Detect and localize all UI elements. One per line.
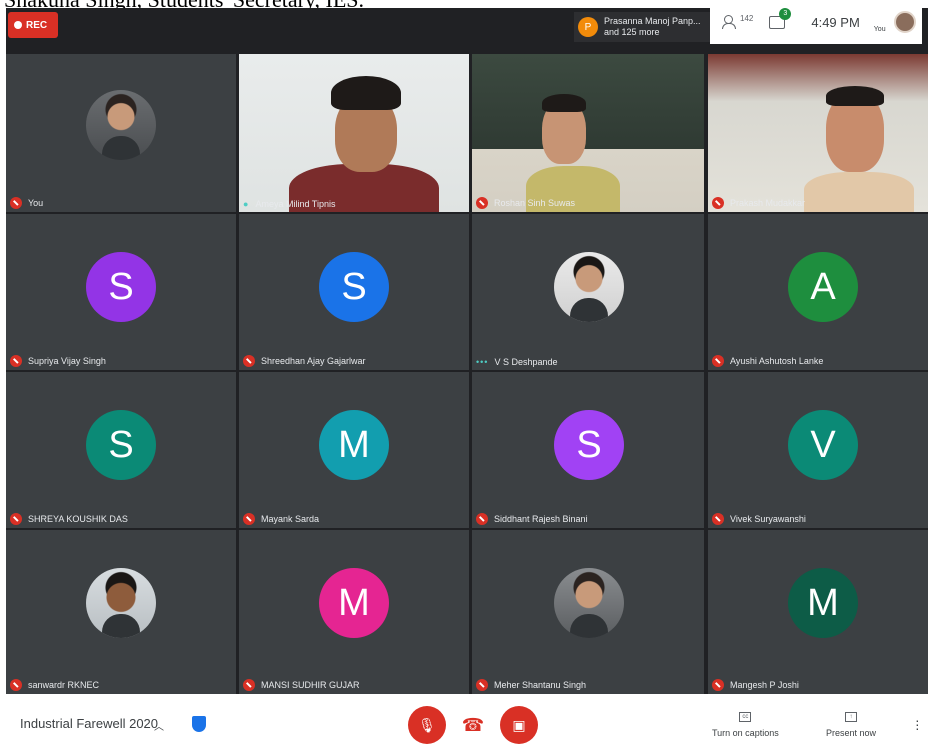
muted-mic-icon — [10, 355, 22, 367]
participant-tile[interactable]: M Mayank Sarda — [239, 372, 469, 528]
participant-count: 142 — [740, 13, 754, 23]
participant-name: Ayushi Ashutosh Lanke — [730, 356, 824, 366]
muted-mic-icon — [10, 513, 22, 525]
meet-stage: REC P Prasanna Manoj Panp... and 125 mor… — [6, 8, 928, 694]
muted-mic-icon — [10, 679, 22, 691]
presenter-others: and 125 more — [604, 27, 660, 37]
participant-video-tile[interactable]: Prakash Mudakkar — [708, 54, 928, 212]
participant-name: Prakash Mudakkar — [730, 198, 806, 208]
participant-avatar — [554, 568, 624, 638]
video-person-hair — [826, 86, 884, 106]
participant-avatar: S — [86, 410, 156, 480]
participant-avatar: S — [319, 252, 389, 322]
shield-icon[interactable] — [192, 716, 206, 732]
participant-avatar: M — [319, 410, 389, 480]
muted-mic-icon — [712, 197, 724, 209]
muted-mic-icon — [476, 679, 488, 691]
participant-name: Mangesh P Joshi — [730, 680, 799, 690]
participant-video-tile[interactable]: Roshan Sinh Suwas — [472, 54, 704, 212]
top-right-toolbar: 142 3 4:49 PM You — [710, 0, 922, 44]
speaking-icon: ● — [243, 199, 250, 209]
muted-mic-icon — [10, 197, 22, 209]
participant-avatar: M — [319, 568, 389, 638]
speaking-icon: ••• — [476, 357, 489, 367]
muted-mic-icon — [712, 679, 724, 691]
participant-name: You — [28, 198, 44, 208]
self-view-thumbnail[interactable] — [893, 11, 916, 33]
participant-name: Siddhant Rajesh Binani — [494, 514, 588, 524]
self-avatar — [86, 90, 156, 160]
muted-mic-icon — [243, 513, 255, 525]
presenter-name: Prasanna Manoj Panp... — [604, 16, 701, 26]
self-label: You — [873, 25, 886, 33]
mic-off-icon: 🎙 — [418, 716, 436, 733]
participant-tile[interactable]: sanwardr RKNEC — [6, 530, 236, 694]
participant-tile[interactable]: M MANSI SUDHIR GUJAR — [239, 530, 469, 694]
participant-name: SHREYA KOUSHIK DAS — [28, 514, 128, 524]
muted-mic-icon — [243, 355, 255, 367]
participant-tile[interactable]: S Supriya Vijay Singh — [6, 214, 236, 370]
participant-tile[interactable]: M Mangesh P Joshi — [708, 530, 928, 694]
record-dot-icon — [14, 21, 22, 29]
participant-tile[interactable]: S Siddhant Rajesh Binani — [472, 372, 704, 528]
video-person-hair — [331, 76, 401, 110]
participant-name: Mayank Sarda — [261, 514, 320, 524]
chat-button[interactable]: 3 — [759, 7, 792, 29]
recording-badge: REC — [8, 12, 58, 38]
participant-name: V S Deshpande — [494, 357, 558, 367]
muted-mic-icon — [476, 197, 488, 209]
participant-tile[interactable]: S SHREYA KOUSHIK DAS — [6, 372, 236, 528]
participant-avatar: A — [788, 252, 858, 322]
presenter-avatar: P — [578, 17, 598, 37]
people-button[interactable]: 142 — [722, 13, 754, 29]
participant-name: Shreedhan Ajay Gajarlwar — [261, 356, 366, 366]
present-now-button[interactable]: ↑ Present now — [826, 712, 876, 738]
participant-avatar — [554, 252, 624, 322]
present-label: Present now — [826, 728, 877, 738]
participant-name: Supriya Vijay Singh — [28, 356, 106, 366]
captions-icon: cc — [739, 712, 752, 722]
camera-toggle-button[interactable]: ▣ — [500, 706, 538, 744]
people-icon — [722, 15, 740, 29]
participant-name: MANSI SUDHIR GUJAR — [261, 680, 360, 690]
present-icon: ↑ — [845, 712, 858, 722]
participant-tile[interactable]: ••• V S Deshpande — [472, 214, 704, 370]
muted-mic-icon — [712, 513, 724, 525]
camera-off-icon: ▣ — [512, 716, 526, 733]
participant-tile[interactable]: V Vivek Suryawanshi — [708, 372, 928, 528]
leave-call-button[interactable]: ☎ — [454, 706, 492, 744]
bottom-control-bar: Industrial Farewell 2020 ︿ 🎙 ☎ ▣ cc Turn… — [0, 694, 928, 752]
participant-name: Roshan Sinh Suwas — [494, 198, 576, 208]
participant-tile[interactable]: A Ayushi Ashutosh Lanke — [708, 214, 928, 370]
participant-name: Vivek Suryawanshi — [730, 514, 806, 524]
participant-video-tile[interactable]: ● Ameya Milind Tipnis — [239, 54, 469, 212]
participant-avatar: M — [788, 568, 858, 638]
participant-name: sanwardr RKNEC — [28, 680, 100, 690]
clock: 4:49 PM — [811, 14, 860, 30]
participant-tile[interactable]: Meher Shantanu Singh — [472, 530, 704, 694]
captions-button[interactable]: cc Turn on captions — [712, 712, 779, 738]
participant-name: Ameya Milind Tipnis — [255, 199, 336, 209]
participant-tile[interactable]: You — [6, 54, 236, 212]
video-person-body — [804, 172, 914, 212]
muted-mic-icon — [712, 355, 724, 367]
video-person-hair — [542, 94, 586, 112]
presenting-banner[interactable]: P Prasanna Manoj Panp... and 125 more — [574, 12, 712, 42]
recording-label: REC — [26, 19, 48, 31]
hang-up-icon: ☎ — [461, 714, 485, 735]
meeting-title[interactable]: Industrial Farewell 2020 — [20, 716, 158, 731]
more-options-icon[interactable]: · · · — [915, 713, 920, 735]
participant-avatar — [86, 568, 156, 638]
participant-tile[interactable]: S Shreedhan Ajay Gajarlwar — [239, 214, 469, 370]
participant-avatar: V — [788, 410, 858, 480]
captions-label: Turn on captions — [712, 728, 779, 738]
chevron-up-icon[interactable]: ︿ — [154, 718, 164, 733]
mic-toggle-button[interactable]: 🎙 — [408, 706, 446, 744]
participant-avatar: S — [554, 410, 624, 480]
muted-mic-icon — [476, 513, 488, 525]
chat-unread-badge: 3 — [779, 7, 792, 20]
muted-mic-icon — [243, 679, 255, 691]
participant-avatar: S — [86, 252, 156, 322]
participant-name: Meher Shantanu Singh — [494, 680, 587, 690]
